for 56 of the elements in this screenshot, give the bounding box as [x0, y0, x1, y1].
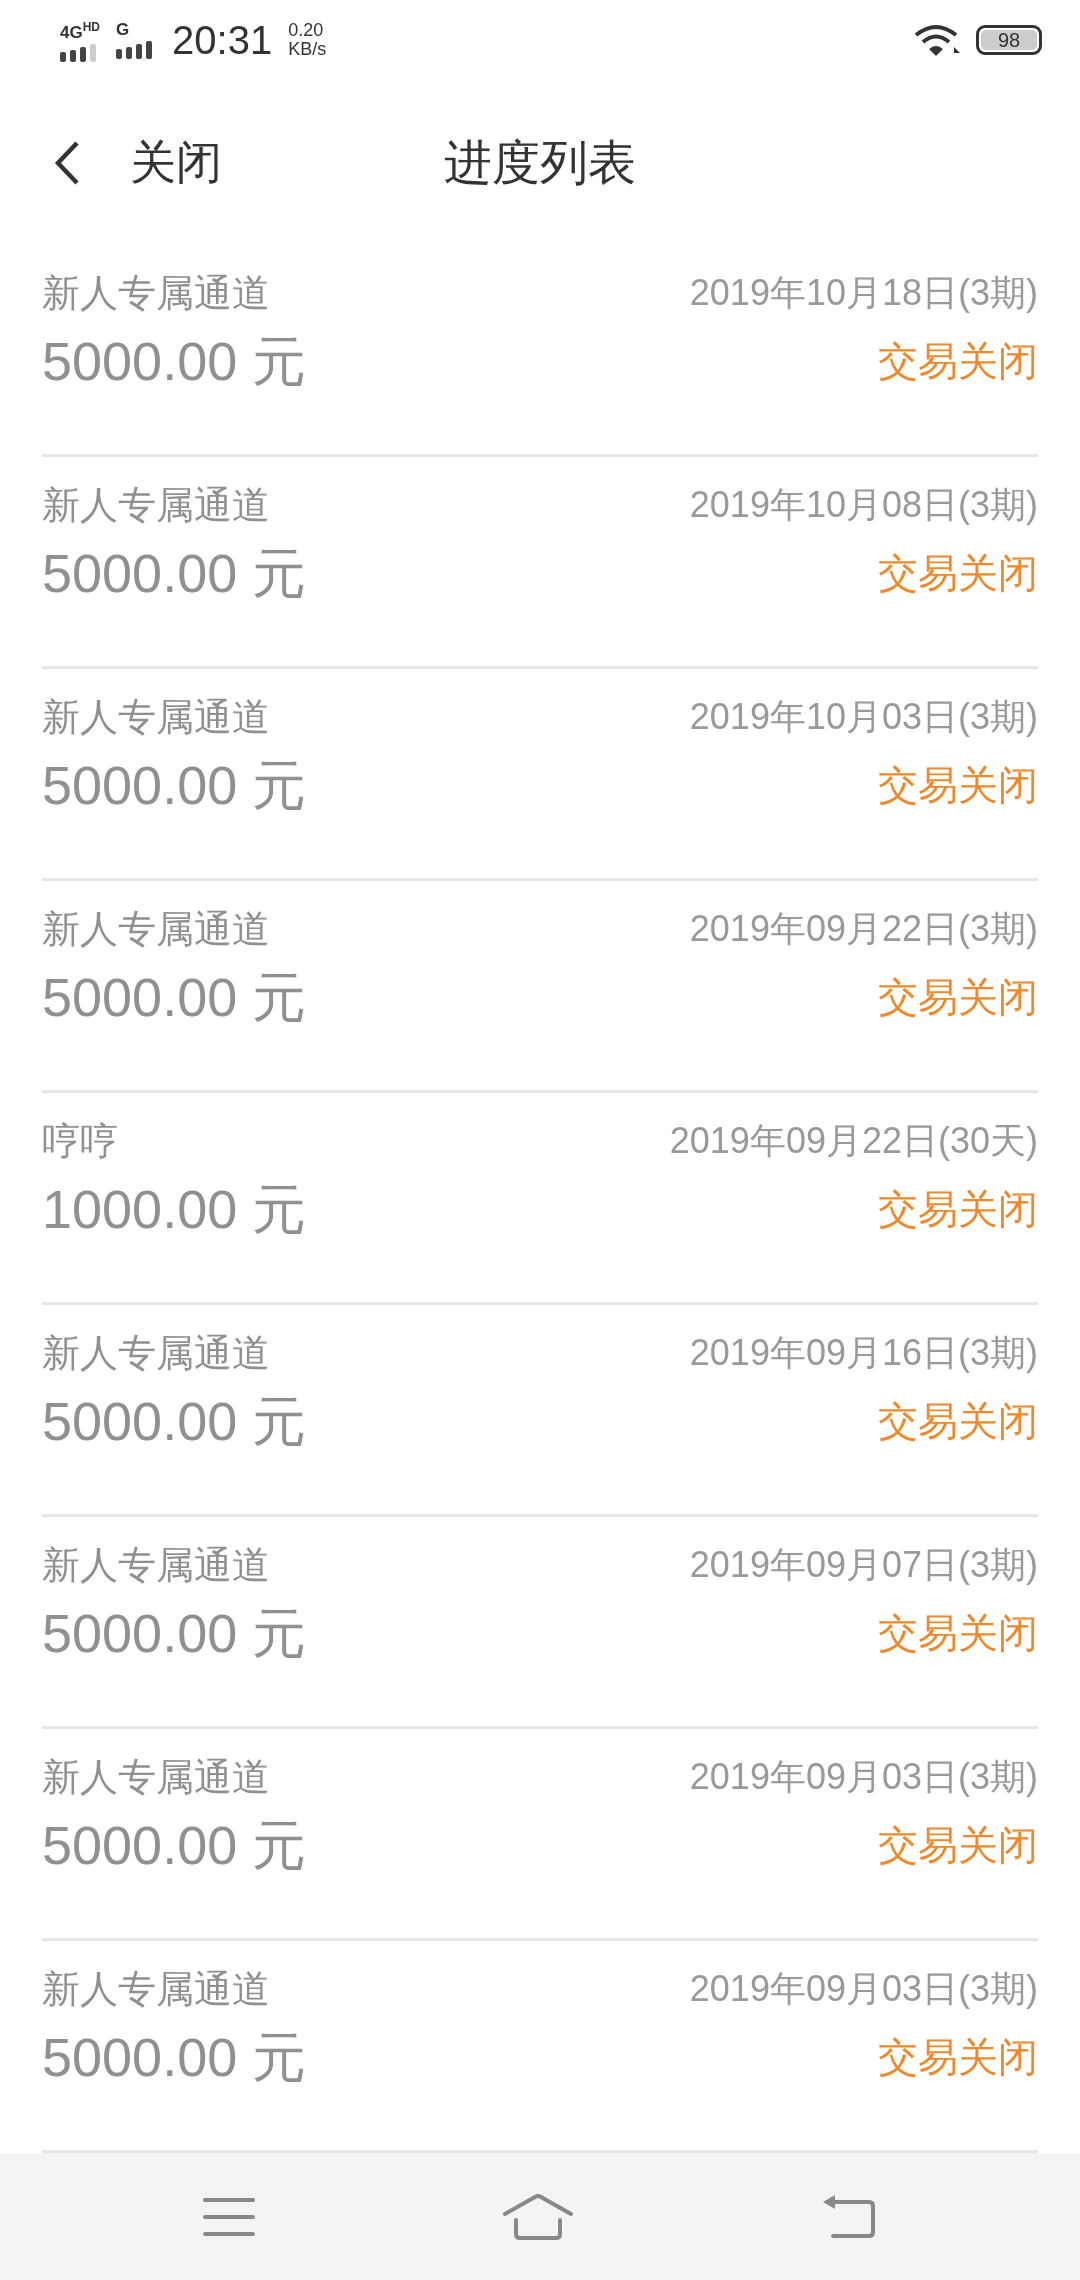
- record-name: 新人专属通道: [42, 1966, 271, 2013]
- back-icon[interactable]: [54, 139, 80, 186]
- record-row[interactable]: 新人专属通道 5000.00 元 2019年09月22日(3期) 交易关闭: [42, 881, 1038, 1093]
- record-row[interactable]: 新人专属通道 5000.00 元 2019年09月03日(3期) 交易关闭: [42, 1729, 1038, 1941]
- record-amount: 5000.00 元: [42, 2026, 307, 2089]
- record-date: 2019年09月03日(3期): [689, 1967, 1038, 2011]
- record-date: 2019年10月18日(3期): [689, 271, 1038, 315]
- record-row[interactable]: 新人专属通道 5000.00 元 2019年09月07日(3期) 交易关闭: [42, 1517, 1038, 1729]
- record-name: 新人专属通道: [42, 694, 271, 741]
- record-date: 2019年09月16日(3期): [689, 1331, 1038, 1375]
- record-row[interactable]: 新人专属通道 5000.00 元 2019年09月16日(3期) 交易关闭: [42, 1305, 1038, 1517]
- record-status: 交易关闭: [878, 973, 1038, 1022]
- close-link[interactable]: 关闭: [130, 131, 222, 194]
- record-name: 新人专属通道: [42, 1330, 271, 1377]
- network-label: 4G$^{HD}$: [60, 19, 101, 42]
- record-row[interactable]: 新人专属通道 5000.00 元 2019年10月03日(3期) 交易关闭: [42, 669, 1038, 881]
- record-name: 哼哼: [42, 1118, 119, 1165]
- record-amount: 1000.00 元: [42, 1178, 307, 1241]
- record-date: 2019年09月22日(30天): [669, 1119, 1038, 1163]
- record-amount: 5000.00 元: [42, 966, 307, 1029]
- wifi-icon: [914, 23, 960, 57]
- record-amount: 5000.00 元: [42, 1814, 307, 1877]
- record-date: 2019年09月07日(3期): [689, 1543, 1038, 1587]
- record-name: 新人专属通道: [42, 1754, 271, 1801]
- record-status: 交易关闭: [878, 1609, 1038, 1658]
- record-amount: 5000.00 元: [42, 1602, 307, 1665]
- record-date: 2019年09月22日(3期): [689, 907, 1038, 951]
- record-status: 交易关闭: [878, 549, 1038, 598]
- record-status: 交易关闭: [878, 761, 1038, 810]
- record-row[interactable]: 哼哼 1000.00 元 2019年09月22日(30天) 交易关闭: [42, 1093, 1038, 1305]
- record-amount: 5000.00 元: [42, 542, 307, 605]
- record-status: 交易关闭: [878, 1821, 1038, 1870]
- network-label: G: [116, 21, 130, 39]
- record-name: 新人专属通道: [42, 906, 271, 953]
- record-status: 交易关闭: [878, 337, 1038, 386]
- home-icon[interactable]: [502, 2193, 574, 2240]
- speed-value: 0.20: [288, 21, 325, 40]
- record-row[interactable]: 新人专属通道 5000.00 元 2019年10月18日(3期) 交易关闭: [42, 245, 1038, 457]
- record-date: 2019年10月03日(3期): [689, 695, 1038, 739]
- record-row[interactable]: 新人专属通道 5000.00 元 2019年10月08日(3期) 交易关闭: [42, 457, 1038, 669]
- record-amount: 5000.00 元: [42, 754, 307, 817]
- clock: 20:31: [172, 17, 273, 63]
- page-title: 进度列表: [443, 132, 637, 192]
- record-status: 交易关闭: [878, 2033, 1038, 2082]
- menu-icon[interactable]: [203, 2196, 256, 2237]
- speed-unit: KB/s: [288, 40, 327, 59]
- record-name: 新人专属通道: [42, 1542, 271, 1589]
- record-amount: 5000.00 元: [42, 330, 307, 393]
- record-status: 交易关闭: [878, 1185, 1038, 1234]
- battery-icon: 98: [976, 25, 1042, 55]
- record-amount: 5000.00 元: [42, 1390, 307, 1453]
- record-name: 新人专属通道: [42, 482, 271, 529]
- record-date: 2019年09月03日(3期): [689, 1755, 1038, 1799]
- record-status: 交易关闭: [878, 1397, 1038, 1446]
- record-name: 新人专属通道: [42, 270, 271, 317]
- record-date: 2019年10月08日(3期): [689, 483, 1038, 527]
